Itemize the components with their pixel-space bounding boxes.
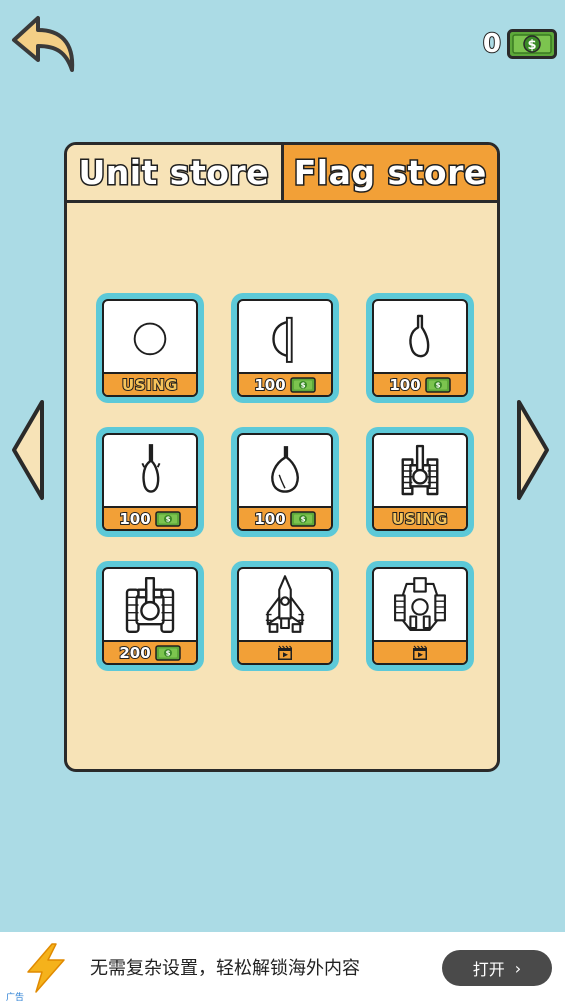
circle-flag-icon	[133, 322, 167, 356]
ad-tag: 广告	[6, 993, 25, 1003]
gourd-flag-icon	[271, 446, 299, 493]
svg-text:$: $	[435, 381, 440, 389]
tank-large-flag-icon	[125, 576, 175, 634]
money-bill-icon: $	[154, 510, 181, 527]
next-page-arrow[interactable]	[515, 398, 551, 502]
flag-item-frame: 100 $	[372, 299, 468, 397]
back-arrow-button[interactable]	[8, 12, 80, 76]
rocket-ship-flag-icon	[265, 575, 305, 633]
flag-item-card[interactable]	[231, 561, 339, 671]
flag-item-frame: 100 $	[102, 433, 198, 531]
money-bill-icon: $	[289, 376, 316, 393]
flag-item-card[interactable]: USING	[366, 427, 474, 537]
money-display: 0 $	[482, 26, 557, 62]
money-bill-icon: $	[289, 510, 316, 527]
ad-text: 无需复杂设置，轻松解锁海外内容	[90, 958, 360, 979]
item-footer: 200 $	[104, 640, 196, 663]
flag-grid: USING 100 $100 $100 $100 $ USING 200 $	[96, 293, 474, 673]
tank-small-flag-icon	[401, 444, 439, 496]
ad-banner[interactable]: 广告 无需复杂设置，轻松解锁海外内容 打开 ›	[0, 932, 565, 1004]
tab-unit-store[interactable]: Unit store	[67, 145, 284, 203]
flag-item-frame: 100 $	[237, 299, 333, 397]
flag-item-frame: 200 $	[102, 567, 198, 665]
item-footer: USING	[104, 372, 196, 395]
shield-flag-icon	[272, 316, 293, 363]
item-price: 100	[118, 509, 151, 529]
store-tabs: Unit store Flag store	[67, 145, 497, 203]
svg-text:$: $	[300, 381, 305, 389]
flag-item-card[interactable]: 100 $	[231, 427, 339, 537]
prev-page-arrow[interactable]	[10, 398, 46, 502]
flag-item-card[interactable]: USING	[96, 293, 204, 403]
flag-item-card[interactable]	[366, 561, 474, 671]
chevron-right-icon: ›	[514, 958, 522, 978]
store-panel: Unit store Flag store USING 100 $100 $100 $1…	[64, 142, 500, 772]
svg-text:$: $	[300, 515, 305, 523]
battle-ship-flag-icon	[394, 577, 446, 631]
svg-text:$: $	[165, 515, 170, 523]
flag-item-card[interactable]: 200 $	[96, 561, 204, 671]
item-footer: 100 $	[374, 372, 466, 395]
item-price: 100	[253, 375, 286, 395]
money-bill-icon: $	[507, 29, 557, 59]
flag-item-frame: 100 $	[237, 433, 333, 531]
item-price: 100	[388, 375, 421, 395]
item-using-label: USING	[121, 375, 178, 395]
money-count: 0	[482, 28, 502, 60]
flag-item-frame	[372, 567, 468, 665]
flag-item-card[interactable]: 100 $	[366, 293, 474, 403]
item-price: 200	[118, 643, 151, 663]
svg-text:$: $	[165, 649, 170, 657]
item-footer	[239, 640, 331, 663]
ad-open-button[interactable]: 打开 ›	[442, 950, 552, 986]
item-footer: 100 $	[239, 372, 331, 395]
flag-item-frame: USING	[102, 299, 198, 397]
video-ad-icon	[278, 645, 292, 660]
club-flag-icon	[409, 314, 430, 358]
dagger-flag-icon	[141, 444, 161, 493]
item-footer: USING	[374, 506, 466, 529]
ad-open-label: 打开	[472, 960, 505, 979]
flag-item-frame: USING	[372, 433, 468, 531]
video-ad-icon	[413, 645, 427, 660]
item-price: 100	[253, 509, 286, 529]
item-using-label: USING	[391, 509, 448, 529]
flag-item-frame	[237, 567, 333, 665]
money-bill-icon: $	[424, 376, 451, 393]
flag-item-card[interactable]: 100 $	[96, 427, 204, 537]
money-bill-icon: $	[154, 644, 181, 661]
item-footer: 100 $	[239, 506, 331, 529]
tab-flag-store[interactable]: Flag store	[283, 145, 497, 203]
svg-text:$: $	[527, 38, 536, 53]
item-footer	[374, 640, 466, 663]
lightning-logo-icon	[27, 943, 65, 993]
item-footer: 100 $	[104, 506, 196, 529]
flag-item-card[interactable]: 100 $	[231, 293, 339, 403]
